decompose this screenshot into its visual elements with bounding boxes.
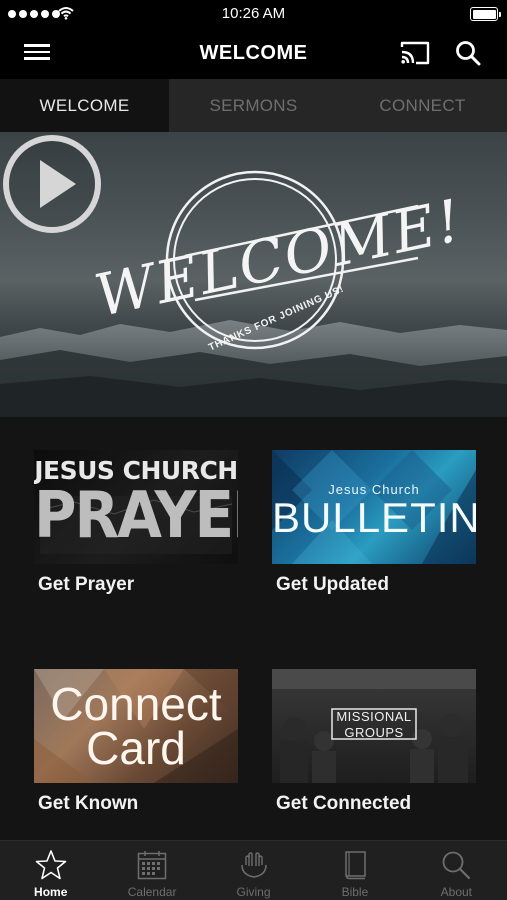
- cast-icon[interactable]: [399, 40, 431, 66]
- tabbar-label: Bible: [341, 885, 369, 899]
- connect-card-image-line2: Card: [86, 722, 186, 774]
- bulletin-thumbnail: Jesus Church BULLETIN: [272, 450, 476, 564]
- tabbar-item-about[interactable]: About: [406, 841, 507, 900]
- tabbar-label: Home: [34, 885, 68, 899]
- connect-card-image-line1: Connect: [50, 678, 222, 730]
- tabbar-label: Calendar: [127, 885, 177, 899]
- connect-card-thumbnail: Connect Card: [34, 669, 238, 783]
- welcome-video-banner[interactable]: WELCOME! THANKS FOR JOINING US!: [0, 132, 507, 417]
- nav-bar: WELCOME: [0, 28, 507, 79]
- card-label: Get Known: [38, 793, 139, 814]
- tabbar-item-home[interactable]: Home: [0, 841, 101, 900]
- giving-hands-icon: [240, 852, 267, 878]
- tab-connect[interactable]: CONNECT: [338, 79, 507, 132]
- card-get-updated[interactable]: Jesus Church BULLETIN Get Updated: [272, 450, 476, 596]
- tabbar-label: Giving: [236, 885, 271, 899]
- bottom-tab-bar: Home Calendar Giving Bible About: [0, 840, 507, 900]
- tabbar-item-bible[interactable]: Bible: [304, 841, 405, 900]
- status-time: 10:26 AM: [221, 5, 286, 22]
- card-label: Get Updated: [276, 574, 389, 595]
- prayer-thumbnail: JESUS CHURCH PRAYER: [34, 450, 238, 564]
- tabbar-item-calendar[interactable]: Calendar: [101, 841, 202, 900]
- card-label: Get Connected: [276, 793, 412, 814]
- search-icon[interactable]: [454, 39, 482, 67]
- card-get-connected[interactable]: MISSIONAL GROUPS Get Connected: [272, 669, 476, 815]
- tabbar-label: About: [440, 885, 472, 899]
- calendar-icon: [137, 851, 167, 880]
- tab-welcome[interactable]: WELCOME: [0, 79, 169, 132]
- section-tabs: WELCOME SERMONS CONNECT: [0, 79, 507, 132]
- prayer-image-word: PRAYER: [34, 477, 238, 553]
- bible-book-icon: [345, 851, 366, 880]
- play-icon[interactable]: [0, 132, 104, 236]
- card-label: Get Prayer: [38, 574, 135, 595]
- card-get-prayer[interactable]: JESUS CHURCH PRAYER Get Prayer: [34, 450, 238, 596]
- missional-image-line2: GROUPS: [344, 725, 404, 740]
- bulletin-image-word: BULLETIN: [272, 494, 476, 541]
- tab-sermons[interactable]: SERMONS: [169, 79, 338, 132]
- status-bar: 10:26 AM: [0, 0, 507, 28]
- card-get-known[interactable]: Connect Card Get Known: [34, 669, 238, 815]
- battery-icon: [470, 7, 501, 21]
- missional-groups-thumbnail: MISSIONAL GROUPS: [272, 669, 476, 783]
- tabbar-item-giving[interactable]: Giving: [203, 841, 304, 900]
- missional-image-line1: MISSIONAL: [336, 709, 412, 724]
- star-icon: [35, 850, 67, 880]
- search-about-icon: [442, 851, 471, 880]
